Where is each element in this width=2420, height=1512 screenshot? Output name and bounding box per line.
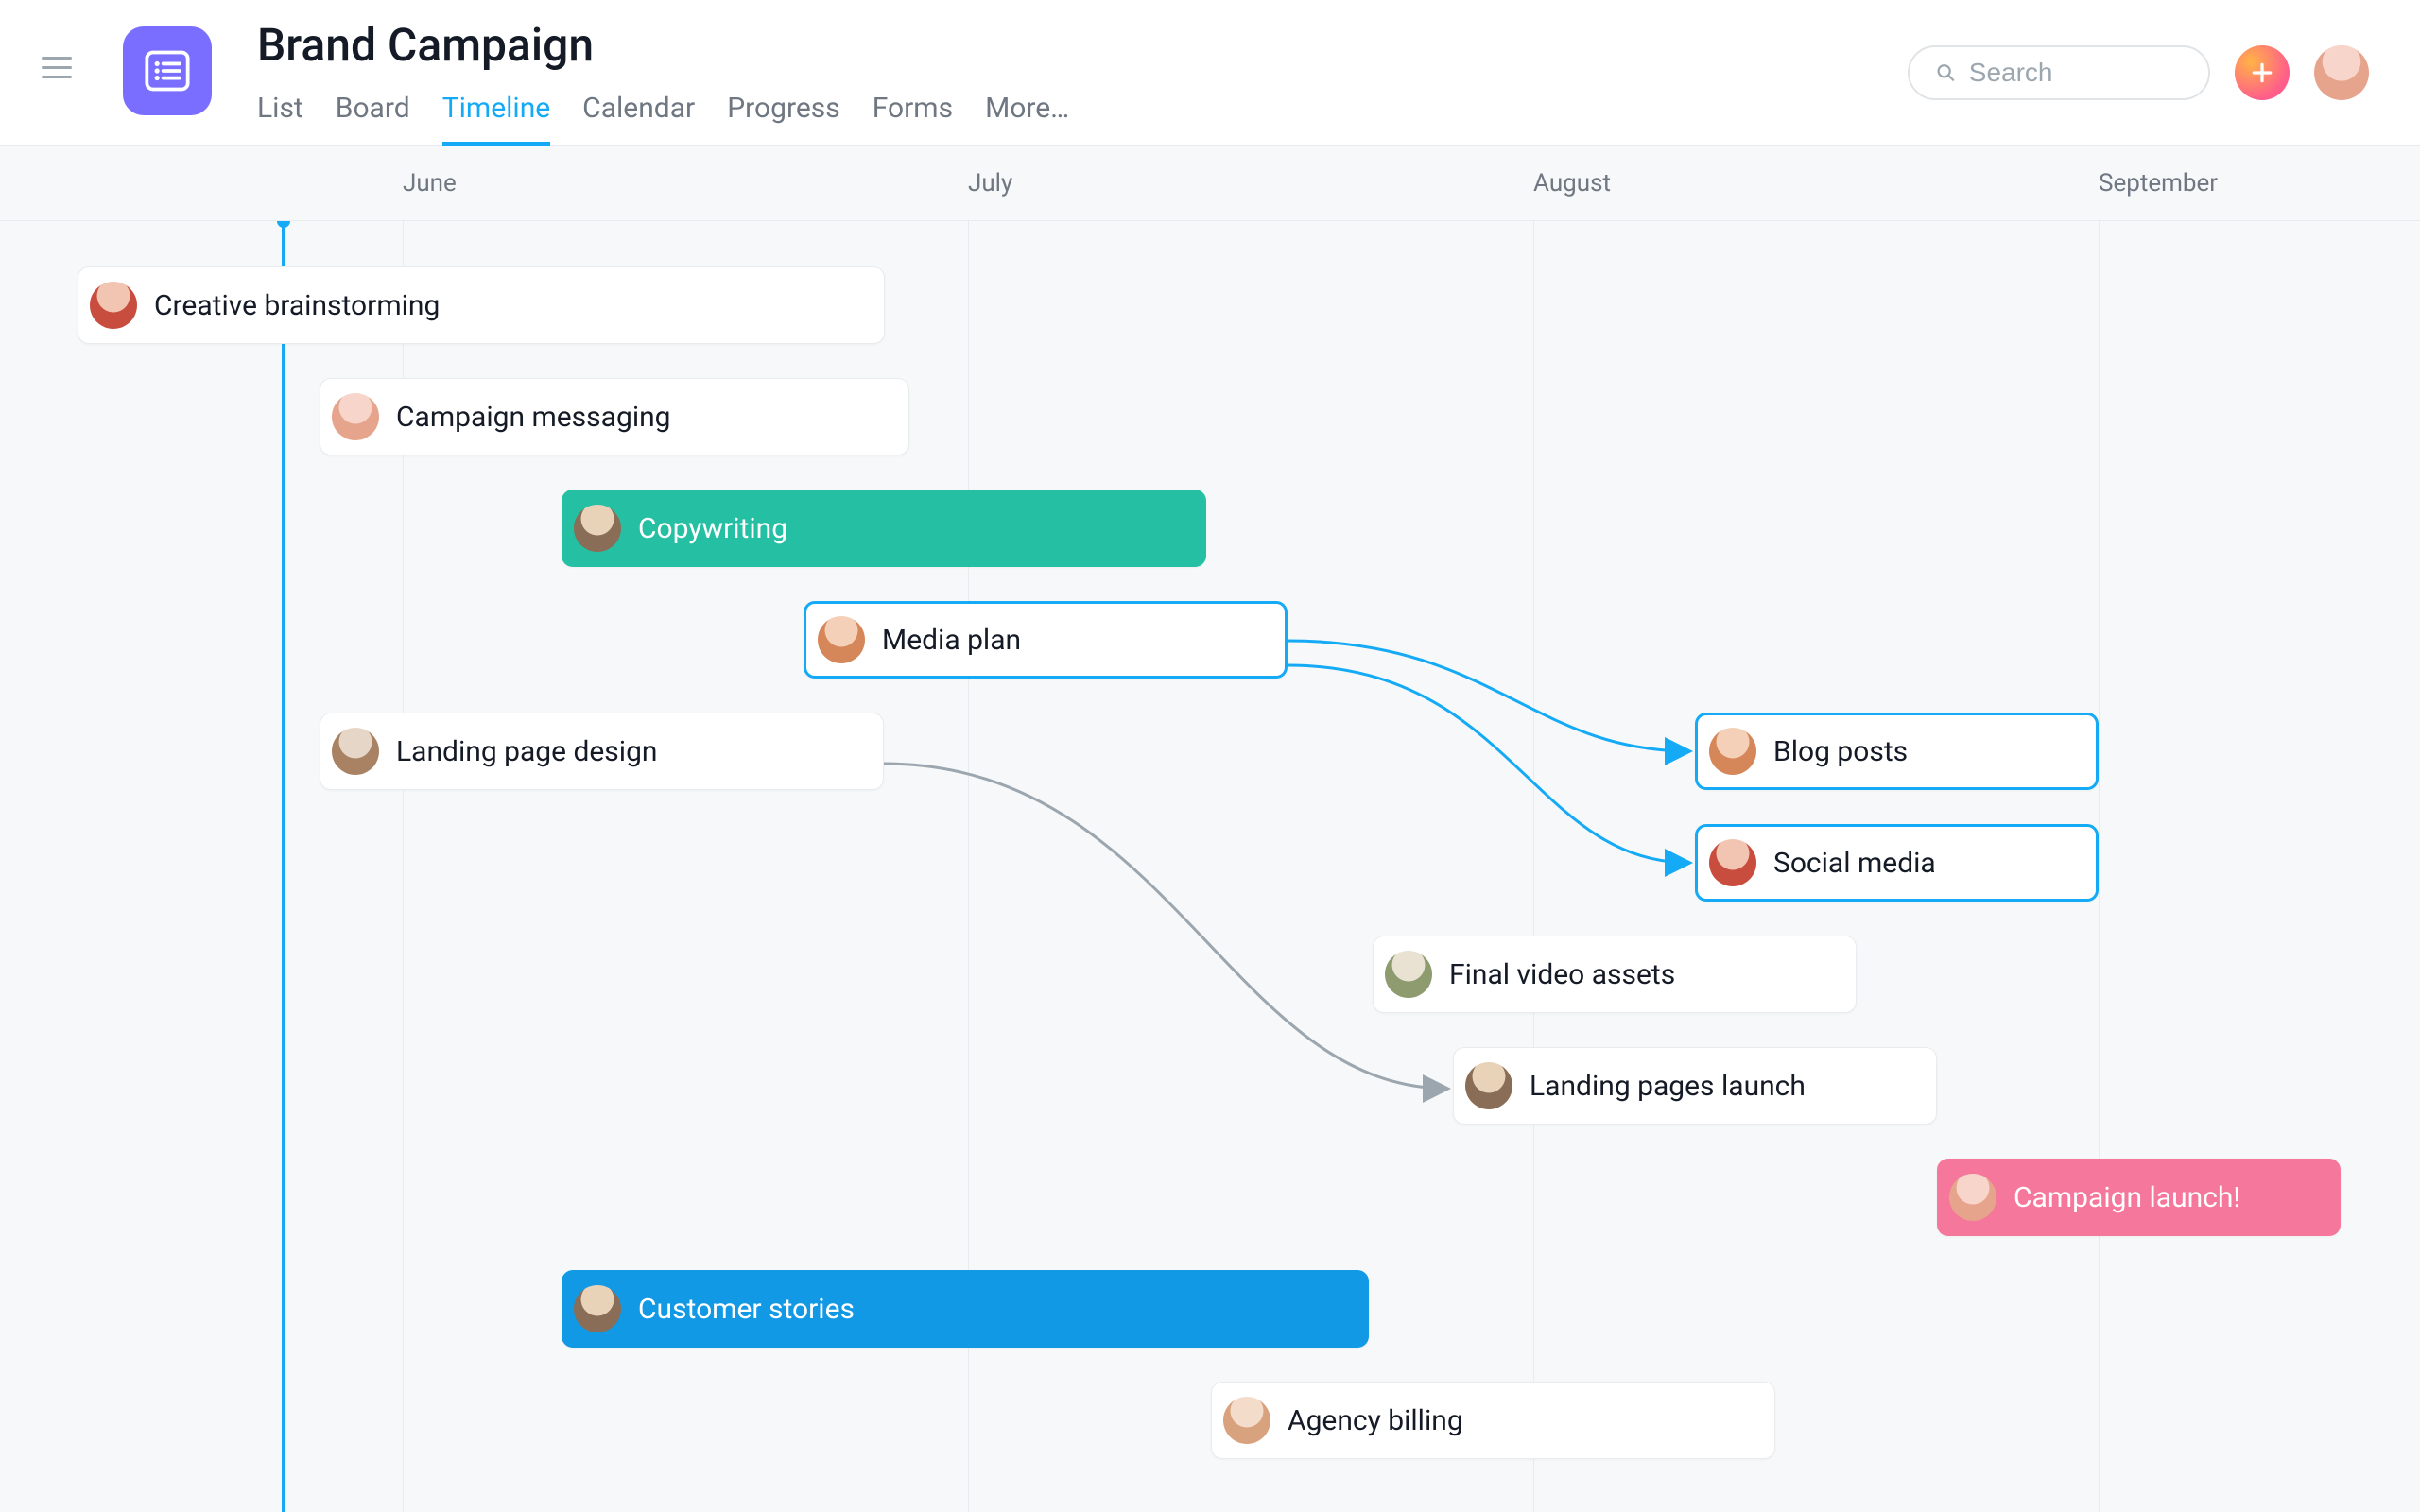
assignee-avatar: [818, 616, 865, 663]
task-blog-posts[interactable]: Blog posts: [1695, 713, 2099, 790]
tab-more[interactable]: More…: [985, 92, 1069, 146]
tab-calendar[interactable]: Calendar: [582, 92, 695, 146]
task-creative-brainstorming[interactable]: Creative brainstorming: [78, 266, 885, 344]
tab-board[interactable]: Board: [336, 92, 410, 146]
task-final-video-assets[interactable]: Final video assets: [1373, 936, 1857, 1013]
add-button[interactable]: [2235, 45, 2290, 100]
assignee-avatar: [1949, 1174, 1996, 1221]
search-icon: [1936, 61, 1956, 84]
task-label: Social media: [1773, 847, 1936, 880]
assignee-avatar: [90, 282, 137, 329]
task-label: Blog posts: [1773, 735, 1908, 768]
task-customer-stories[interactable]: Customer stories: [562, 1270, 1369, 1348]
assignee-avatar: [574, 505, 621, 552]
task-campaign-messaging[interactable]: Campaign messaging: [320, 378, 909, 455]
timeline-body[interactable]: Creative brainstorming Campaign messagin…: [0, 221, 2420, 1512]
task-label: Agency billing: [1288, 1404, 1463, 1437]
hamburger-menu-icon[interactable]: [42, 49, 78, 85]
title-and-tabs: Brand Campaign List Board Timeline Calen…: [257, 21, 1069, 146]
task-label: Landing page design: [396, 735, 658, 768]
current-user-avatar[interactable]: [2314, 45, 2369, 100]
tab-forms[interactable]: Forms: [873, 92, 953, 146]
task-label: Customer stories: [638, 1293, 855, 1326]
view-tabs: List Board Timeline Calendar Progress Fo…: [257, 92, 1069, 146]
tab-progress[interactable]: Progress: [727, 92, 840, 146]
task-label: Campaign launch!: [2014, 1181, 2240, 1214]
month-july: July: [968, 146, 1012, 220]
tab-timeline[interactable]: Timeline: [442, 92, 550, 146]
gridline-august: [1533, 221, 1534, 1512]
month-september: September: [2099, 146, 2218, 220]
assignee-avatar: [1385, 951, 1432, 998]
task-social-media[interactable]: Social media: [1695, 824, 2099, 902]
task-label: Final video assets: [1449, 958, 1675, 991]
task-campaign-launch[interactable]: Campaign launch!: [1937, 1159, 2341, 1236]
assignee-avatar: [1223, 1397, 1270, 1444]
project-title: Brand Campaign: [257, 21, 1069, 71]
today-marker: [282, 221, 285, 1512]
assignee-avatar: [1465, 1062, 1512, 1109]
list-icon: [143, 46, 192, 95]
task-agency-billing[interactable]: Agency billing: [1211, 1382, 1775, 1459]
timeline-month-header: June July August September: [0, 146, 2420, 221]
month-august: August: [1533, 146, 1611, 220]
task-label: Campaign messaging: [396, 401, 671, 434]
assignee-avatar: [332, 393, 379, 440]
month-june: June: [403, 146, 457, 220]
today-marker-dot: [277, 221, 290, 228]
task-landing-pages-launch[interactable]: Landing pages launch: [1453, 1047, 1937, 1125]
app-header: Brand Campaign List Board Timeline Calen…: [0, 0, 2420, 146]
header-right: [1908, 45, 2378, 100]
task-label: Media plan: [882, 624, 1021, 657]
task-media-plan[interactable]: Media plan: [804, 601, 1288, 679]
plus-icon: [2250, 60, 2274, 85]
assignee-avatar: [574, 1285, 621, 1332]
task-copywriting[interactable]: Copywriting: [562, 490, 1206, 567]
task-landing-page-design[interactable]: Landing page design: [320, 713, 884, 790]
assignee-avatar: [1709, 728, 1756, 775]
task-label: Copywriting: [638, 512, 787, 545]
assignee-avatar: [1709, 839, 1756, 886]
task-label: Creative brainstorming: [154, 289, 440, 322]
tab-list[interactable]: List: [257, 92, 303, 146]
project-icon[interactable]: [123, 26, 212, 115]
task-label: Landing pages launch: [1530, 1070, 1806, 1103]
search-input[interactable]: [1969, 58, 2182, 88]
assignee-avatar: [332, 728, 379, 775]
search-box[interactable]: [1908, 45, 2210, 100]
gridline-september: [2099, 221, 2100, 1512]
